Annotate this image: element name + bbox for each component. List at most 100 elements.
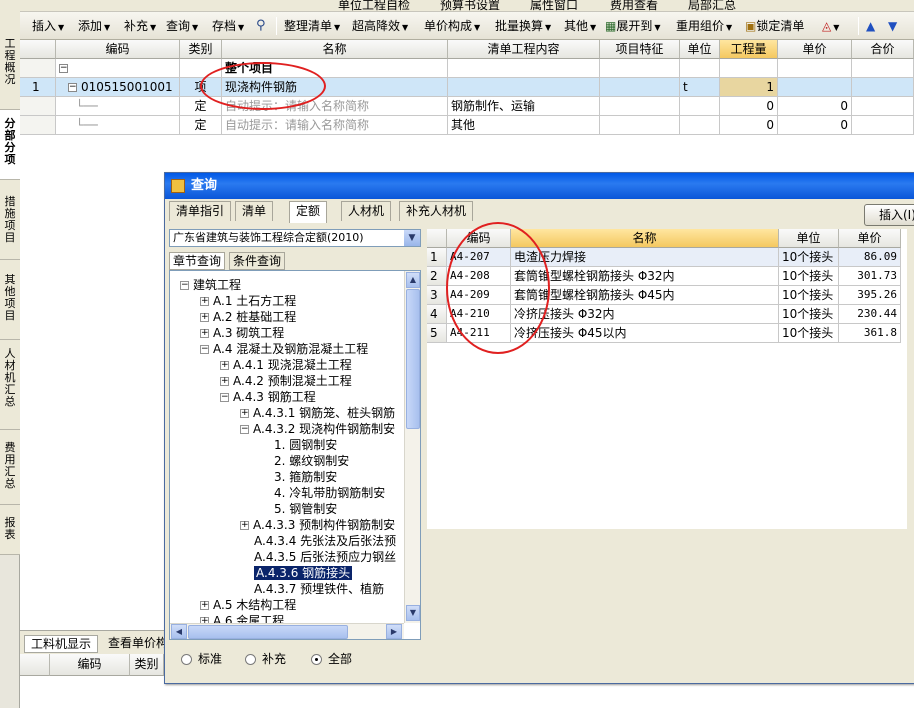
lock-list-button[interactable]: ▣锁定清单 <box>745 18 804 34</box>
result-row[interactable]: 5 A4-211 冷挤压接头 Φ45以内 10个接头 361.8 <box>427 324 907 343</box>
group-row[interactable]: − 整个项目 <box>20 59 914 78</box>
expand-icon[interactable]: + <box>240 409 249 418</box>
header-code[interactable]: 编码 <box>447 229 511 248</box>
side-tab-cost-summary[interactable]: 费用汇总 <box>0 430 20 505</box>
result-row[interactable]: 2 A4-208 套筒锥型螺栓钢筋接头 Φ32内 10个接头 301.73 <box>427 267 907 286</box>
budget-settings-button[interactable]: 预算书设置 <box>440 0 500 11</box>
other-menu[interactable]: 其他 ▼ <box>564 18 596 34</box>
property-window-button[interactable]: 属性窗口 <box>530 0 578 11</box>
expand-icon[interactable]: + <box>200 313 209 322</box>
expand-icon[interactable]: + <box>200 297 209 306</box>
tree-leaf[interactable]: 1. 圆钢制安 <box>274 437 337 453</box>
expand-to-button[interactable]: ▦展开到 ▼ <box>605 18 661 34</box>
supplement-menu[interactable]: 补充 ▼ <box>124 18 156 34</box>
tree-node[interactable]: − A.4 混凝土及钢筋混凝土工程 <box>200 341 368 357</box>
row-name[interactable]: 现浇构件钢筋 <box>222 78 448 97</box>
tree-node[interactable]: + A.4.3.1 钢筋笼、桩头钢筋 <box>240 405 395 421</box>
side-tab-reports[interactable]: 报表 <box>0 505 20 555</box>
chevron-down-icon[interactable]: ▼ <box>404 230 420 246</box>
header-type[interactable]: 类别 <box>130 654 164 676</box>
partial-summary-button[interactable]: 局部汇总 <box>688 0 736 11</box>
organize-list-button[interactable]: 整理清单 ▼ <box>284 18 340 34</box>
over-height-button[interactable]: 超高降效 ▼ <box>352 18 408 34</box>
save-to-menu[interactable]: 存档 ▼ <box>212 18 244 34</box>
radio-supplement[interactable]: 补充 <box>245 651 286 667</box>
tree-leaf[interactable]: A.4.3.7 预埋铁件、植筋 <box>254 581 384 597</box>
scroll-right-icon[interactable]: ▶ <box>386 624 402 639</box>
row-unit[interactable]: t <box>680 78 720 97</box>
quota-library-select[interactable]: 广东省建筑与装饰工程综合定额(2010) ▼ <box>169 229 421 247</box>
collapse-icon[interactable]: − <box>180 281 189 290</box>
header-feature[interactable]: 项目特征 <box>600 40 680 59</box>
row-content[interactable] <box>448 78 600 97</box>
fee-view-button[interactable]: 费用查看 <box>610 0 658 11</box>
header-code[interactable]: 编码 <box>50 654 130 676</box>
tree-node[interactable]: − A.4.3.2 现浇构件钢筋制安 <box>240 421 395 437</box>
arrow-down-icon[interactable]: ▼ <box>888 18 897 34</box>
row-code[interactable]: −010515001001 <box>56 78 180 97</box>
insert-button[interactable]: 插入(I) <box>864 204 914 226</box>
scroll-thumb[interactable] <box>188 625 348 639</box>
tree-leaf[interactable]: 5. 钢管制安 <box>274 501 337 517</box>
tree-node[interactable]: + A.5 木结构工程 <box>200 597 296 613</box>
header-name[interactable]: 名称 <box>222 40 448 59</box>
tree-vertical-scrollbar[interactable]: ▲ ▼ <box>404 271 420 623</box>
tab-condition-query[interactable]: 条件查询 <box>229 252 286 270</box>
unit-composition-button[interactable]: 单价构成 ▼ <box>424 18 480 34</box>
collapse-icon[interactable]: − <box>220 393 229 402</box>
side-tab-measures[interactable]: 措施项目 <box>0 180 20 260</box>
scroll-up-icon[interactable]: ▲ <box>406 272 420 288</box>
tree-node[interactable]: + A.4.1 现浇混凝土工程 <box>220 357 352 373</box>
expand-icon[interactable]: + <box>200 601 209 610</box>
side-tab-resource-summary[interactable]: 人材机汇总 <box>0 340 20 430</box>
paint-bucket-icon[interactable]: ◬ ▼ <box>822 18 839 34</box>
binoculars-icon[interactable]: ⚲ <box>256 18 266 34</box>
header-unit-price[interactable]: 单价 <box>778 40 852 59</box>
tree-node[interactable]: + A.3 砌筑工程 <box>200 325 284 341</box>
scroll-left-icon[interactable]: ◀ <box>171 624 187 639</box>
tree-leaf[interactable]: 4. 冷轧带肋钢筋制安 <box>274 485 385 501</box>
collapse-icon[interactable]: − <box>68 83 77 92</box>
radio-all[interactable]: 全部 <box>311 651 352 667</box>
side-tab-items[interactable]: 分部分项 <box>0 110 20 180</box>
tree-node[interactable]: − 建筑工程 <box>180 277 241 293</box>
expand-icon[interactable]: + <box>220 361 229 370</box>
table-row[interactable]: └── 定 自动提示：请输入名称简称 钢筋制作、运输 0 0 <box>20 97 914 116</box>
result-row[interactable]: 3 A4-209 套筒锥型螺栓钢筋接头 Φ45内 10个接头 395.26 <box>427 286 907 305</box>
tab-chapter-query[interactable]: 章节查询 <box>169 252 226 270</box>
reuse-price-button[interactable]: 重用组价 ▼ <box>676 18 732 34</box>
row-quantity[interactable]: 0 <box>720 116 778 135</box>
header-name[interactable]: 名称 <box>511 229 779 248</box>
tree-node[interactable]: − A.4.3 钢筋工程 <box>220 389 316 405</box>
expand-icon[interactable]: + <box>220 377 229 386</box>
tab-supplement-resources[interactable]: 补充人材机 <box>399 201 474 221</box>
dialog-title-bar[interactable]: 查询 <box>165 173 914 199</box>
tab-quota[interactable]: 定额 <box>289 201 328 223</box>
tree-leaf-selected[interactable]: A.4.3.6 钢筋接头 <box>254 565 353 581</box>
row-content[interactable]: 钢筋制作、运输 <box>448 97 600 116</box>
arrow-up-icon[interactable]: ▲ <box>866 18 875 34</box>
insert-menu[interactable]: 插入 ▼ <box>32 18 64 34</box>
tab-resource-display[interactable]: 工料机显示 <box>24 635 99 653</box>
scroll-thumb[interactable] <box>406 289 420 429</box>
row-name-hint[interactable]: 自动提示：请输入名称简称 <box>222 116 448 135</box>
tree-node[interactable]: + A.4.2 预制混凝土工程 <box>220 373 352 389</box>
row-unit-price[interactable]: 0 <box>778 97 852 116</box>
table-row[interactable]: └── 定 自动提示：请输入名称简称 其他 0 0 <box>20 116 914 135</box>
row-name-hint[interactable]: 自动提示：请输入名称简称 <box>222 97 448 116</box>
scroll-down-icon[interactable]: ▼ <box>406 605 420 621</box>
expand-icon[interactable]: + <box>200 329 209 338</box>
side-tab-other-items[interactable]: 其他项目 <box>0 260 20 340</box>
tree-horizontal-scrollbar[interactable]: ◀ ▶ <box>170 623 404 639</box>
add-menu[interactable]: 添加 ▼ <box>78 18 110 34</box>
side-tab-overview[interactable]: 工程概况 <box>0 0 20 110</box>
self-check-button[interactable]: 单位工程自检 <box>338 0 410 11</box>
header-code[interactable]: 编码 <box>56 40 180 59</box>
header-quantity[interactable]: 工程量 <box>720 40 778 59</box>
collapse-icon[interactable]: − <box>200 345 209 354</box>
result-row[interactable]: 4 A4-210 冷挤压接头 Φ32内 10个接头 230.44 <box>427 305 907 324</box>
tab-list[interactable]: 清单 <box>235 201 274 221</box>
header-type[interactable]: 类别 <box>180 40 222 59</box>
tree-node[interactable]: + A.1 土石方工程 <box>200 293 296 309</box>
tree-leaf[interactable]: 3. 箍筋制安 <box>274 469 337 485</box>
